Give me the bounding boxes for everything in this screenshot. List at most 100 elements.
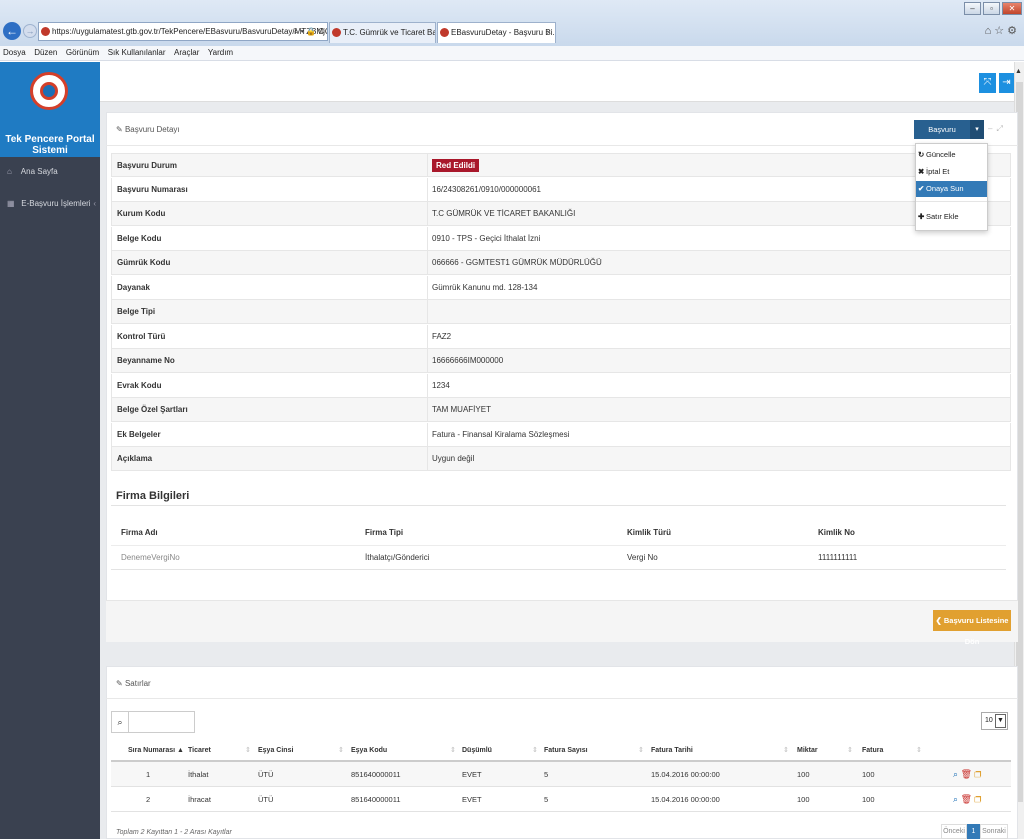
forward-arrow-icon[interactable]: → xyxy=(23,24,37,38)
col-sira[interactable]: Sıra Numarası xyxy=(128,740,175,762)
row-actions: ⌕ 🗑 ❐ xyxy=(953,787,981,812)
firma-cell: 1111111111 xyxy=(818,553,858,562)
menu-dosya[interactable]: Dosya xyxy=(0,46,29,60)
detail-panel-title-text: Başvuru Detayı xyxy=(124,125,180,134)
page-size-value: 10 xyxy=(985,717,993,724)
next-page-button[interactable]: Sonraki xyxy=(980,824,1008,839)
firma-cell: DenemeVergiNo xyxy=(121,553,180,562)
cell: EVET xyxy=(462,770,482,779)
detail-panel-title: ✎ Başvuru Detayı xyxy=(116,125,180,134)
row-value: 1234 xyxy=(432,381,450,390)
lines-panel-title: ✎ Satırlar xyxy=(116,679,151,688)
cell: 5 xyxy=(544,795,549,804)
menu-duzen[interactable]: Düzen xyxy=(31,46,60,60)
address-bar[interactable]: https://uygulamatest.gtb.gov.tr/TekPence… xyxy=(38,22,328,41)
menu-item-label: Satır Ekle xyxy=(926,212,959,221)
sort-icon[interactable]: ⇕ xyxy=(783,740,789,762)
detail-panel-header xyxy=(106,112,1018,146)
divider xyxy=(106,698,1018,699)
check-icon: ✔ xyxy=(918,184,925,193)
close-window-button[interactable]: ✕ xyxy=(1002,2,1022,15)
back-to-list-button[interactable]: ❮ Başvuru Listesine Dön xyxy=(933,610,1011,646)
menu-yardim[interactable]: Yardım xyxy=(205,46,236,60)
divider xyxy=(111,569,1006,570)
col-fatura-tarihi[interactable]: Fatura Tarihi xyxy=(651,740,693,762)
basvuru-islemleri-button[interactable]: Başvuru İşlemleri xyxy=(914,120,970,153)
plus-icon: ✚ xyxy=(918,212,925,221)
col-ticaret[interactable]: Ticaret xyxy=(188,740,211,762)
sort-icon[interactable]: ⇕ xyxy=(338,740,344,762)
firma-col-header: Kimlik No xyxy=(818,528,855,537)
sort-asc-icon[interactable]: ▲ xyxy=(177,740,184,762)
fullscreen-icon[interactable]: ⤧ xyxy=(979,73,996,93)
scroll-up-icon[interactable]: ▲ xyxy=(1015,68,1022,75)
row-value: Uygun değil xyxy=(432,454,475,463)
tab-gtb[interactable]: T.C. Gümrük ve Ticaret Bakanl... xyxy=(329,22,436,43)
status-badge: Red Edildi xyxy=(432,159,480,172)
sort-icon[interactable]: ⇕ xyxy=(916,740,922,762)
cell: 100 xyxy=(797,795,810,804)
menu-item-onaya-sun[interactable]: ✔ Onaya Sun xyxy=(916,181,987,197)
col-fatura[interactable]: Fatura xyxy=(862,740,883,762)
page-size-select[interactable]: 10 ▼ xyxy=(981,712,1008,730)
row-label: Başvuru Durum xyxy=(117,161,178,170)
col-miktar[interactable]: Miktar xyxy=(797,740,818,762)
page-button-current[interactable]: 1 xyxy=(967,824,980,839)
cell: 1 xyxy=(146,770,151,779)
copy-icon[interactable]: ❐ xyxy=(975,794,982,804)
firma-col-header: Firma Tipi xyxy=(365,528,404,537)
menu-item-satir-ekle[interactable]: ✚ Satır Ekle xyxy=(916,209,987,225)
menu-item-iptal-et[interactable]: ✖ İptal Et xyxy=(916,164,987,180)
col-esya-cinsi[interactable]: Eşya Cinsi xyxy=(258,740,293,762)
row-label: Kurum Kodu xyxy=(117,209,166,218)
view-icon[interactable]: ⌕ xyxy=(953,769,958,779)
row-label: Kontrol Türü xyxy=(117,332,166,341)
firma-col-header: Firma Adı xyxy=(121,528,158,537)
refresh-icon: ↻ xyxy=(918,150,925,159)
logout-icon[interactable]: ⇥ xyxy=(999,73,1014,93)
sort-icon[interactable]: ⇕ xyxy=(450,740,456,762)
delete-icon[interactable]: 🗑 xyxy=(961,794,972,804)
back-arrow-icon[interactable]: ← xyxy=(3,22,21,40)
col-esya-kodu[interactable]: Eşya Kodu xyxy=(351,740,387,762)
address-controls[interactable]: ⌕ ▾ 🔒 C xyxy=(294,23,324,40)
panel-tools[interactable]: –⤢ xyxy=(988,124,1007,134)
tab-ebasvuru[interactable]: EBasvuruDetay - Başvuru Bi... × xyxy=(437,22,556,43)
col-fatura-sayisi[interactable]: Fatura Sayısı xyxy=(544,740,588,762)
menu-araclar[interactable]: Araçlar xyxy=(171,46,202,60)
sort-icon[interactable]: ⇕ xyxy=(532,740,538,762)
cell: 100 xyxy=(797,770,810,779)
copy-icon[interactable]: ❐ xyxy=(975,769,982,779)
prev-page-button[interactable]: Önceki xyxy=(941,824,967,839)
cell: 100 xyxy=(862,795,875,804)
sort-icon[interactable]: ⇕ xyxy=(245,740,251,762)
minimize-button[interactable]: – xyxy=(964,2,981,15)
sort-icon[interactable]: ⇕ xyxy=(638,740,644,762)
row-value: Red Edildi xyxy=(432,154,480,178)
col-dusumlu[interactable]: Düşümlü xyxy=(462,740,492,762)
detail-row: Belge Tipi xyxy=(111,300,1011,324)
tab-label: EBasvuruDetay - Başvuru Bi... xyxy=(451,28,556,37)
maximize-button[interactable]: ▫ xyxy=(983,2,1000,15)
edit-icon: ✎ xyxy=(116,679,125,688)
view-icon[interactable]: ⌕ xyxy=(953,794,958,804)
menu-item-guncelle[interactable]: ↻ Güncelle xyxy=(916,147,987,163)
close-icon: ✖ xyxy=(918,167,925,176)
site-favicon-icon xyxy=(41,27,50,36)
delete-icon[interactable]: 🗑 xyxy=(961,769,972,779)
toolbar-icons[interactable]: ⌂☆⚙ xyxy=(985,24,1020,37)
row-value: 066666 - GGMTEST1 GÜMRÜK MÜDÜRLÜĞÜ xyxy=(432,258,602,267)
cell: 851640000011 xyxy=(351,795,401,804)
sort-icon[interactable]: ⇕ xyxy=(847,740,853,762)
close-tab-icon[interactable]: × xyxy=(546,23,551,42)
row-label: Ek Belgeler xyxy=(117,430,161,439)
row-label: Başvuru Numarası xyxy=(117,185,188,194)
sidebar-item-ana-sayfa[interactable]: ⌂ Ana Sayfa xyxy=(0,162,100,182)
chevron-down-icon[interactable]: ▾ xyxy=(970,120,984,139)
chevron-icon: ‹ xyxy=(93,199,96,208)
search-input[interactable]: ⌕ xyxy=(111,711,195,733)
sidebar-item-ebasvuru[interactable]: ▦ E-Başvuru İşlemleri ‹ xyxy=(0,194,100,214)
menu-gorunum[interactable]: Görünüm xyxy=(63,46,102,60)
menu-sik-kullanilanlar[interactable]: Sık Kullanılanlar xyxy=(105,46,169,60)
lines-panel-title-text: Satırlar xyxy=(124,679,151,688)
